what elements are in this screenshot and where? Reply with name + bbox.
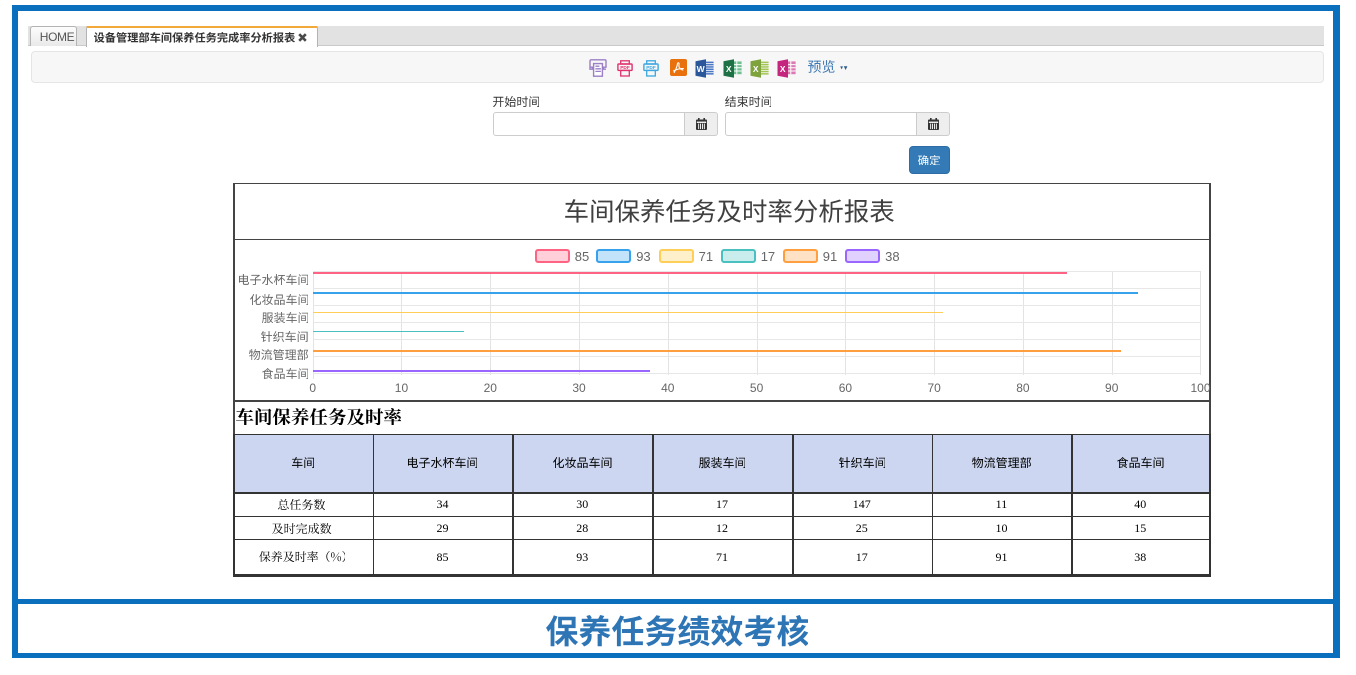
svg-text:X: X: [753, 63, 759, 73]
svg-text:X: X: [780, 63, 786, 73]
svg-text:PDF: PDF: [620, 64, 630, 70]
svg-text:X: X: [725, 63, 731, 73]
svg-text:W: W: [697, 63, 706, 73]
svg-text:PDF: PDF: [646, 64, 656, 70]
